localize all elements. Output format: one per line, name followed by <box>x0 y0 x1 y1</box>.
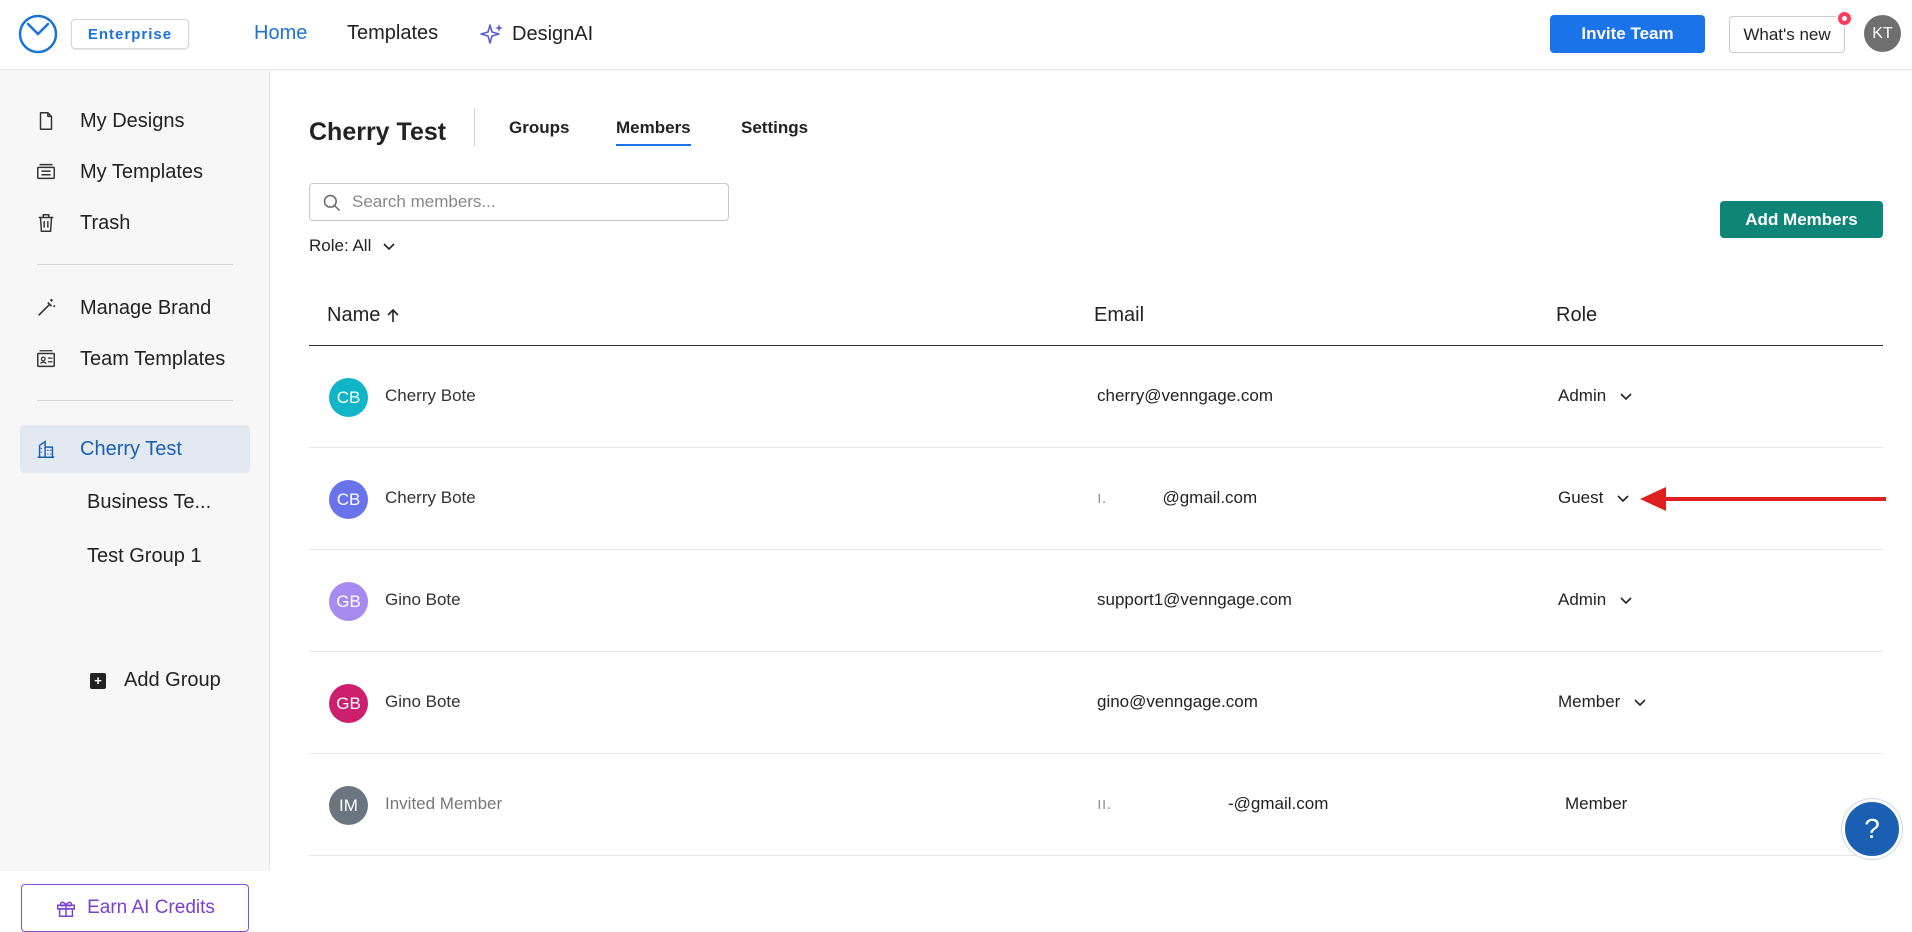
avatar: CB <box>329 378 368 417</box>
table-header: Name Email Role <box>309 296 1883 346</box>
column-header-email[interactable]: Email <box>1094 304 1144 327</box>
add-members-button[interactable]: Add Members <box>1720 201 1883 238</box>
user-avatar[interactable]: KT <box>1864 15 1901 52</box>
chevron-down-icon <box>1620 597 1632 605</box>
nav-templates[interactable]: Templates <box>347 22 438 45</box>
role-filter-label: Role: All <box>309 236 372 255</box>
email-domain: @gmail.com <box>1162 488 1258 507</box>
table-row: GB Gino Bote support1@venngage.com Admin <box>309 550 1883 652</box>
role-value: Admin <box>1558 386 1607 405</box>
help-button[interactable]: ? <box>1842 799 1902 859</box>
column-header-name[interactable]: Name <box>327 304 400 327</box>
chevron-down-icon <box>383 243 395 251</box>
role-static: Member <box>1565 794 1627 814</box>
sidebar-subitem-business[interactable]: Business Te... <box>87 491 211 514</box>
table-row: IM Invited Member ıı. -@gmail.com Member <box>309 754 1883 856</box>
tab-settings[interactable]: Settings <box>741 118 808 138</box>
plus-icon: + <box>90 672 106 689</box>
avatar: IM <box>329 786 368 825</box>
enterprise-badge: Enterprise <box>71 19 189 49</box>
sidebar-item-my-designs[interactable]: My Designs <box>0 98 270 144</box>
notification-dot <box>1836 10 1853 27</box>
sidebar-item-label: Team Templates <box>80 347 226 370</box>
member-name: Gino Bote <box>385 692 461 711</box>
sidebar: My Designs My Templates Trash Manage Bra… <box>0 71 270 932</box>
sidebar-divider <box>37 400 233 401</box>
earn-ai-credits-label: Earn AI Credits <box>87 897 215 918</box>
email-redacted-prefix: ıı. <box>1097 794 1118 813</box>
sidebar-divider <box>37 264 233 265</box>
member-name: Invited Member <box>385 794 503 813</box>
member-email: cherry@venngage.com <box>1097 386 1274 405</box>
templates-icon <box>33 159 59 185</box>
role-dropdown[interactable]: Guest <box>1558 488 1631 508</box>
role-value: Admin <box>1558 590 1607 609</box>
title-separator <box>474 108 475 146</box>
chevron-down-icon <box>1634 699 1646 707</box>
sidebar-subitem-test-group-1[interactable]: Test Group 1 <box>87 545 202 568</box>
page-title: Cherry Test <box>309 118 447 146</box>
avatar: CB <box>329 480 368 519</box>
table-row: CB Cherry Bote cherry@venngage.com Admin <box>309 346 1883 448</box>
avatar: GB <box>329 684 368 723</box>
sidebar-item-label: Manage Brand <box>80 296 212 319</box>
chevron-down-icon <box>1620 393 1632 401</box>
team-templates-icon <box>33 346 59 372</box>
sort-arrow-up-icon <box>387 308 399 322</box>
sidebar-item-manage-brand[interactable]: Manage Brand <box>0 285 270 331</box>
sidebar-item-cherry-test[interactable]: Cherry Test <box>0 426 270 472</box>
role-dropdown[interactable]: Admin <box>1558 590 1634 610</box>
sparkle-icon <box>480 24 503 44</box>
whats-new-button[interactable]: What's new <box>1729 16 1845 53</box>
role-value: Member <box>1565 794 1628 813</box>
add-group-button[interactable]: + Add Group <box>90 669 221 692</box>
top-bar: Enterprise Home Templates DesignAI Invit… <box>0 0 1912 70</box>
member-name: Cherry Bote <box>385 488 476 507</box>
trash-icon <box>33 210 59 236</box>
building-icon <box>33 436 59 462</box>
gift-icon <box>57 901 76 917</box>
search-box <box>309 183 729 221</box>
tab-members[interactable]: Members <box>616 118 691 146</box>
table-row: GB Gino Bote gino@venngage.com Member <box>309 652 1883 754</box>
invite-team-button[interactable]: Invite Team <box>1550 15 1705 53</box>
annotation-arrow-icon <box>1640 487 1886 511</box>
column-header-name-label: Name <box>327 304 381 326</box>
role-dropdown[interactable]: Admin <box>1558 386 1634 406</box>
member-email: gino@venngage.com <box>1097 692 1258 711</box>
role-value: Guest <box>1558 488 1604 507</box>
nav-designai-label: DesignAI <box>512 22 594 45</box>
add-group-label: Add Group <box>124 669 221 691</box>
nav-home[interactable]: Home <box>254 22 307 45</box>
sidebar-item-label: Cherry Test <box>80 437 182 460</box>
venngage-logo-icon[interactable] <box>18 14 58 54</box>
search-input[interactable] <box>352 190 712 214</box>
sidebar-item-label: My Templates <box>80 160 204 183</box>
member-email: support1@venngage.com <box>1097 590 1292 609</box>
column-header-role[interactable]: Role <box>1556 304 1597 327</box>
role-value: Member <box>1558 692 1621 711</box>
sidebar-item-trash[interactable]: Trash <box>0 200 270 246</box>
file-icon <box>33 108 59 134</box>
role-dropdown[interactable]: Member <box>1558 692 1648 712</box>
sidebar-item-my-templates[interactable]: My Templates <box>0 149 270 195</box>
role-filter-dropdown[interactable]: Role: All <box>309 236 397 256</box>
member-email: ıı. -@gmail.com <box>1097 794 1328 814</box>
magic-wand-icon <box>33 295 59 321</box>
avatar: GB <box>329 582 368 621</box>
sidebar-item-team-templates[interactable]: Team Templates <box>0 336 270 382</box>
earn-ai-credits-button[interactable]: Earn AI Credits <box>21 884 249 932</box>
email-redacted-prefix: ı. <box>1097 488 1107 507</box>
member-email: ı. @gmail.com <box>1097 488 1257 508</box>
tab-groups[interactable]: Groups <box>509 118 569 138</box>
sidebar-item-label: My Designs <box>80 109 185 132</box>
search-icon <box>323 194 341 212</box>
nav-designai[interactable]: DesignAI <box>480 22 593 46</box>
chevron-down-icon <box>1617 495 1629 503</box>
sidebar-item-label: Trash <box>80 211 131 234</box>
member-name: Cherry Bote <box>385 386 476 405</box>
email-domain: -@gmail.com <box>1227 794 1329 813</box>
member-name: Gino Bote <box>385 590 461 609</box>
